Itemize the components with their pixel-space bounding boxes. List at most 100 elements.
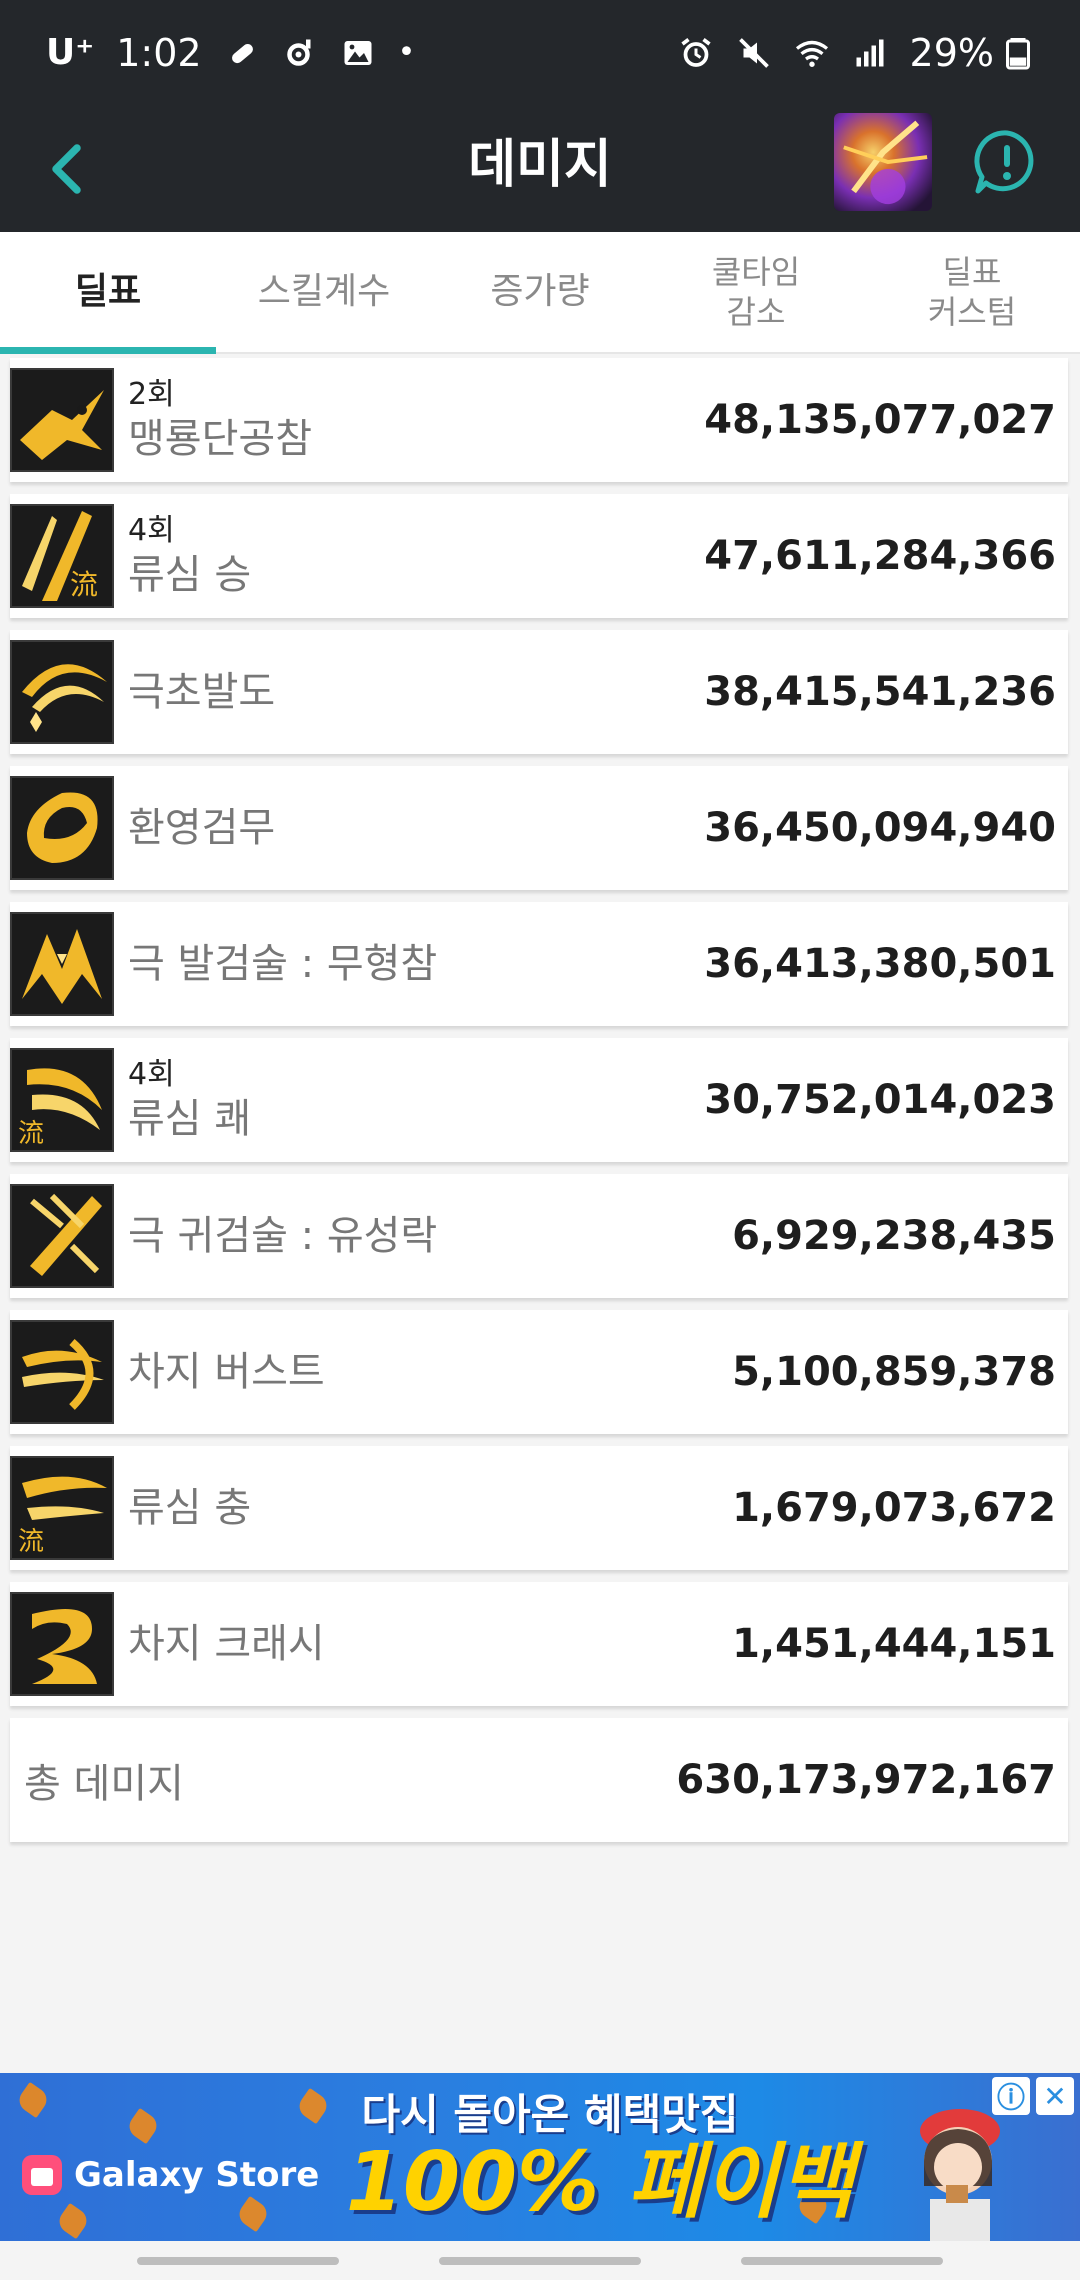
ad-close-button[interactable]: ✕ — [1036, 2077, 1074, 2115]
ad-big-text: 100% 페이백 — [345, 2135, 855, 2230]
skill-damage: 48,135,077,027 — [704, 397, 1056, 443]
clock: 1:02 — [116, 30, 202, 75]
skill-row[interactable]: 극 발검술 : 무형참 36,413,380,501 — [10, 902, 1068, 1026]
skill-text: 극초발도 — [128, 630, 275, 754]
alert-button[interactable] — [972, 127, 1042, 197]
home-handle[interactable] — [439, 2257, 641, 2265]
skill-name: 류심 승 — [128, 552, 252, 598]
skill-name: 류심 쾌 — [128, 1096, 252, 1142]
tab-skill-coefficient[interactable]: 스킬계수 — [216, 232, 432, 352]
skill-text: 류심 충 — [128, 1446, 251, 1570]
dragon-skill-icon — [10, 368, 114, 472]
skill-text: 극 발검술 : 무형참 — [128, 902, 437, 1026]
meteor-skill-icon — [10, 1184, 114, 1288]
skill-name: 류심 충 — [128, 1485, 252, 1531]
skill-row[interactable]: 극 귀검술 : 유성락 6,929,238,435 — [10, 1174, 1068, 1298]
ad-info-button[interactable]: ⓘ — [992, 2077, 1030, 2115]
skill-damage: 36,413,380,501 — [704, 941, 1056, 987]
gallery-icon — [340, 35, 376, 71]
crescent-slash-skill-icon — [10, 640, 114, 744]
skill-name: 맹룡단공참 — [128, 416, 312, 462]
notification-dot: • — [397, 35, 416, 70]
system-nav-bar — [0, 2241, 1080, 2280]
skill-text: 차지 크래시 — [128, 1582, 325, 1706]
recent-apps-handle[interactable] — [137, 2257, 339, 2265]
status-bar: U⁺ 1:02 • 29% — [0, 0, 1080, 105]
skill-damage-list: 2회맹룡단공참 48,135,077,027 流 4회류심 승 47,611,284,3… — [10, 358, 1068, 1854]
svg-text:流: 流 — [18, 1527, 44, 1557]
tab-damage-table[interactable]: 딜표 — [0, 232, 216, 354]
ad-headline: 다시 돌아온 혜택맛집 — [361, 2090, 739, 2139]
character-avatar[interactable] — [834, 113, 932, 211]
wifi-icon — [794, 35, 830, 71]
ryu-slash-skill-icon: 流 — [10, 504, 114, 608]
ad-controls: ⓘ ✕ — [992, 2077, 1074, 2115]
battery-percent: 29% — [909, 30, 994, 75]
skill-row[interactable]: 차지 버스트 5,100,859,378 — [10, 1310, 1068, 1434]
app-bar: 데미지 — [0, 105, 1080, 232]
store-label: Galaxy Store — [74, 2155, 320, 2195]
skill-damage: 5,100,859,378 — [732, 1349, 1056, 1395]
skill-damage: 30,752,014,023 — [704, 1077, 1056, 1123]
skill-name: 극 귀검술 : 유성락 — [128, 1213, 438, 1259]
skill-row[interactable]: 流 류심 충 1,679,073,672 — [10, 1446, 1068, 1570]
svg-text:流: 流 — [70, 568, 98, 601]
total-damage-row: 총 데미지 630,173,972,167 — [10, 1718, 1068, 1842]
battery-indicator: 29% — [910, 31, 1036, 75]
tab-increase-amount[interactable]: 증가량 — [432, 232, 648, 352]
character-emblem-icon — [843, 120, 928, 205]
skill-row[interactable]: 流 4회 류심 쾌 30,752,014,023 — [10, 1038, 1068, 1162]
charge-crash-skill-icon — [10, 1592, 114, 1696]
ryu-thrust-skill-icon: 流 — [10, 1456, 114, 1560]
leaf-decoration — [14, 2081, 52, 2119]
tab-bar: 딜표 스킬계수 증가량 쿨타임 감소 딜표 커스텀 — [0, 232, 1080, 354]
skill-damage: 36,450,094,940 — [704, 805, 1056, 851]
burst-slash-skill-icon — [10, 912, 114, 1016]
skill-row[interactable]: 2회맹룡단공참 48,135,077,027 — [10, 358, 1068, 482]
skill-row[interactable]: 流 4회류심 승 47,611,284,366 — [10, 494, 1068, 618]
phantom-dance-skill-icon — [10, 776, 114, 880]
leaf-decoration — [294, 2087, 332, 2125]
skill-damage: 47,611,284,366 — [704, 533, 1056, 579]
svg-text:流: 流 — [18, 1119, 44, 1149]
alarm-icon — [678, 35, 714, 71]
skill-damage: 6,929,238,435 — [732, 1213, 1056, 1259]
skill-name: 극초발도 — [128, 669, 276, 715]
skill-text: 2회맹룡단공참 — [128, 358, 312, 482]
skill-damage: 1,679,073,672 — [732, 1485, 1056, 1531]
skill-name: 극 발검술 : 무형참 — [128, 941, 438, 987]
skill-text: 차지 버스트 — [128, 1310, 325, 1434]
leaf-decoration — [54, 2202, 92, 2240]
skill-hit-count: 4회 — [128, 513, 175, 548]
ad-banner[interactable]: Galaxy Store 다시 돌아온 혜택맛집 100% 페이백 ⓘ ✕ — [0, 2073, 1080, 2241]
skill-text: 4회류심 승 — [128, 494, 251, 618]
signal-icon — [852, 35, 888, 71]
pill-icon — [224, 35, 260, 71]
tab-cooldown-reduction[interactable]: 쿨타임 감소 — [648, 232, 864, 352]
ryu-swift-skill-icon: 流 — [10, 1048, 114, 1152]
skill-hit-count: 2회 — [128, 377, 175, 412]
tab-damage-custom[interactable]: 딜표 커스텀 — [864, 232, 1080, 352]
skill-text: 극 귀검술 : 유성락 — [128, 1174, 437, 1298]
status-left: U⁺ 1:02 • — [46, 31, 415, 75]
skill-text: 환영검무 — [128, 766, 275, 890]
total-damage-value: 630,173,972,167 — [676, 1757, 1056, 1803]
charge-burst-skill-icon — [10, 1320, 114, 1424]
store-bag-icon — [22, 2155, 62, 2195]
mute-icon — [736, 35, 772, 71]
skill-damage: 1,451,444,151 — [732, 1621, 1056, 1667]
skill-row[interactable]: 환영검무 36,450,094,940 — [10, 766, 1068, 890]
skill-name: 차지 버스트 — [128, 1349, 325, 1395]
skill-row[interactable]: 차지 크래시 1,451,444,151 — [10, 1582, 1068, 1706]
skill-name: 환영검무 — [128, 805, 276, 851]
skill-damage: 38,415,541,236 — [704, 669, 1056, 715]
skill-name: 차지 크래시 — [128, 1621, 325, 1667]
alert-chat-icon — [974, 130, 1034, 194]
battery-icon — [1000, 35, 1036, 71]
leaf-decoration — [124, 2107, 162, 2145]
skill-row[interactable]: 극초발도 38,415,541,236 — [10, 630, 1068, 754]
carrier-label: U⁺ — [46, 32, 95, 73]
total-damage-label: 총 데미지 — [24, 1761, 184, 1807]
back-handle[interactable] — [741, 2257, 943, 2265]
status-right: 29% — [678, 31, 1036, 75]
